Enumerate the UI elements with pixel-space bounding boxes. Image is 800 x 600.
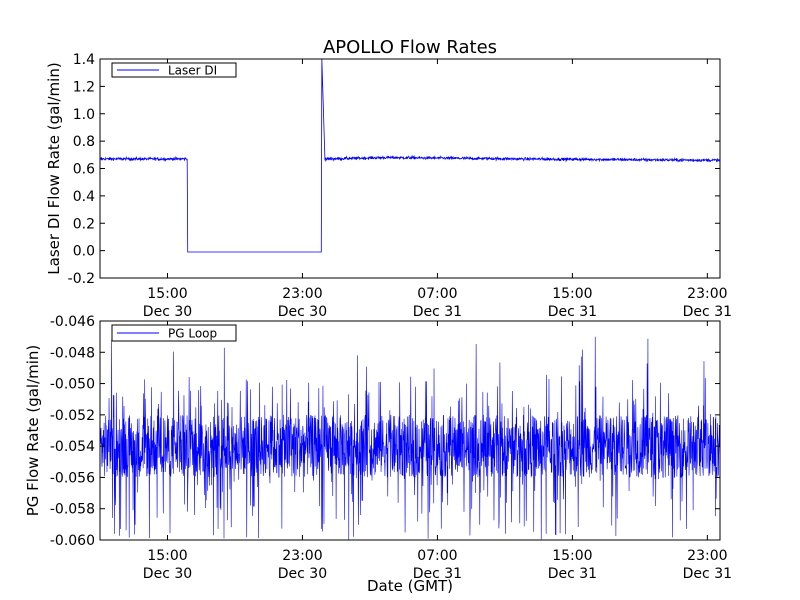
y-tick-label: -0.050 (50, 377, 95, 393)
chart-title: APOLLO Flow Rates (323, 37, 497, 58)
laser-di-y-axis-label: Laser DI Flow Rate (gal/min) (45, 62, 63, 274)
y-tick-label: -0.054 (50, 439, 95, 455)
y-tick-label: -0.052 (50, 408, 95, 424)
y-tick-label: 1.4 (73, 52, 95, 68)
x-tick-date-label: Dec 31 (413, 304, 462, 320)
y-tick-label: 0.8 (73, 134, 95, 150)
y-tick-label: 1.0 (73, 107, 95, 123)
y-tick-label: -0.048 (50, 345, 95, 361)
x-tick-time-label: 23:00 (282, 286, 322, 302)
pg-loop-legend-label: PG Loop (168, 327, 217, 341)
y-tick-label: 1.2 (73, 79, 95, 95)
x-tick-time-label: 23:00 (282, 548, 322, 564)
y-tick-label: 0.2 (73, 216, 95, 232)
y-tick-label: 0.6 (73, 162, 95, 178)
x-tick-date-label: Dec 30 (143, 304, 192, 320)
x-tick-time-label: 15:00 (147, 286, 187, 302)
x-axis-label: Date (GMT) (367, 577, 453, 595)
x-tick-date-label: Dec 31 (683, 304, 732, 320)
x-tick-time-label: 07:00 (417, 286, 457, 302)
x-tick-time-label: 15:00 (147, 548, 187, 564)
y-tick-label: 0.0 (73, 244, 95, 260)
y-tick-label: -0.058 (50, 502, 95, 518)
x-tick-date-label: Dec 30 (278, 304, 327, 320)
pg-loop-legend: PG Loop (111, 324, 237, 342)
laser-di-legend: Laser DI (111, 62, 237, 78)
x-tick-date-label: Dec 30 (143, 566, 192, 582)
x-tick-time-label: 15:00 (552, 286, 592, 302)
y-tick-label: -0.2 (68, 271, 95, 287)
y-tick-label: -0.046 (50, 314, 95, 330)
x-tick-time-label: 23:00 (687, 548, 727, 564)
y-tick-label: 0.4 (73, 189, 95, 205)
y-tick-label: -0.056 (50, 470, 95, 486)
figure: APOLLO Flow Rates -0.2 0.0 0.2 0.4 0.6 0.8 1.0… (0, 0, 800, 600)
x-tick-time-label: 15:00 (552, 548, 592, 564)
y-tick-label: -0.060 (50, 533, 95, 549)
x-tick-date-label: Dec 31 (548, 304, 597, 320)
laser-di-legend-label: Laser DI (168, 64, 217, 78)
x-tick-date-label: Dec 31 (548, 566, 597, 582)
pg-loop-y-axis-label: PG Flow Rate (gal/min) (24, 345, 42, 517)
x-tick-date-label: Dec 30 (278, 566, 327, 582)
x-tick-time-label: 23:00 (687, 286, 727, 302)
x-tick-date-label: Dec 31 (683, 566, 732, 582)
x-tick-time-label: 07:00 (417, 548, 457, 564)
